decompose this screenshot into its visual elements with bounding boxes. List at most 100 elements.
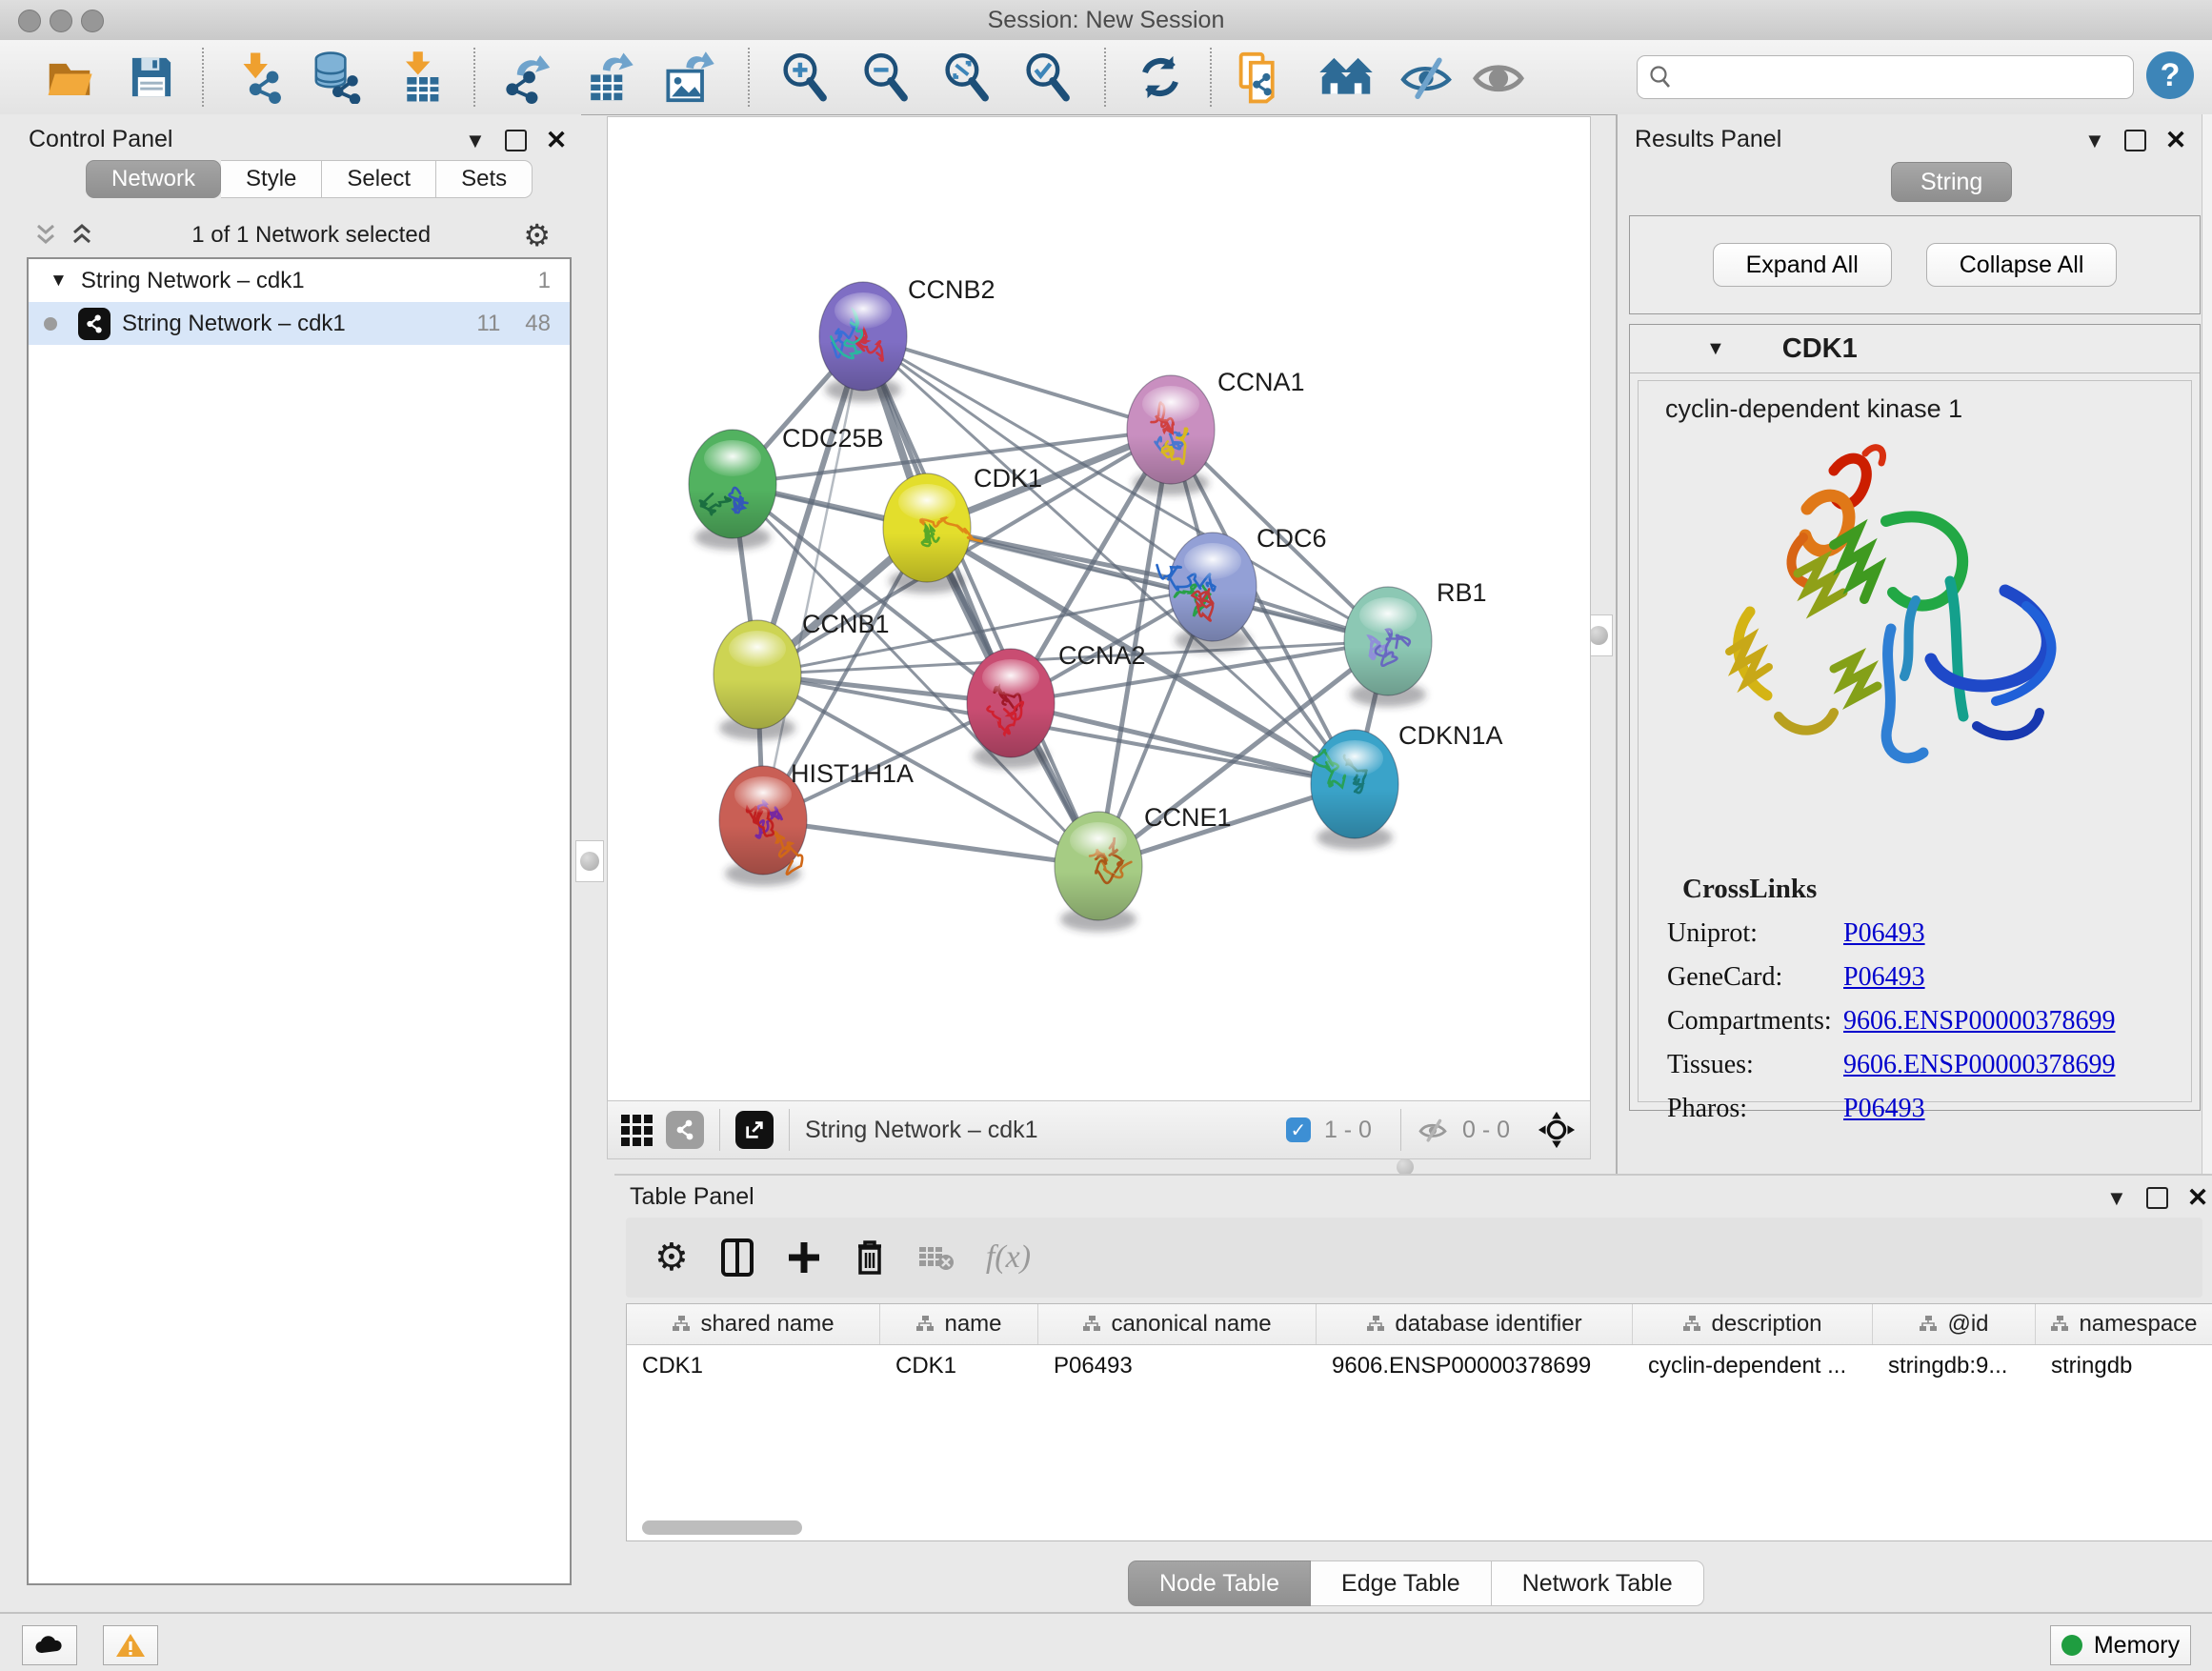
cell-database-identifier[interactable]: 9606.ENSP00000378699	[1317, 1345, 1633, 1387]
edge-CCNB2-CCNA1[interactable]	[863, 336, 1171, 430]
add-column-button[interactable]	[786, 1237, 822, 1278]
refresh-button[interactable]	[1132, 50, 1189, 105]
collapse-all-button[interactable]: Collapse All	[1926, 243, 2118, 287]
expand-all-icon[interactable]	[70, 223, 99, 248]
results-panel-float-icon[interactable]	[2124, 130, 2146, 151]
tab-network[interactable]: Network	[86, 160, 221, 198]
open-in-new-window-icon[interactable]	[735, 1111, 774, 1149]
table-panel-close-icon[interactable]: ✕	[2187, 1185, 2209, 1211]
collection-count: 1	[538, 268, 551, 294]
column-header-namespace[interactable]: namespace	[2036, 1304, 2212, 1344]
import-network-database-button[interactable]	[311, 50, 368, 105]
search-input[interactable]	[1674, 63, 2123, 91]
control-panel-float-icon[interactable]	[505, 130, 527, 151]
crosslink-value-link[interactable]: P06493	[1843, 1094, 1925, 1124]
toolbar-separator	[1104, 48, 1106, 107]
selected-checkbox-icon[interactable]: ✓	[1286, 1117, 1311, 1142]
table-horizontal-scrollbar[interactable]	[642, 1520, 802, 1535]
hide-unhide-button[interactable]	[1398, 50, 1455, 105]
node-CDK1[interactable]: CDK1	[883, 464, 1042, 594]
cell-namespace[interactable]: stringdb	[2036, 1345, 2212, 1387]
edge-HIST1H1A-CCNE1[interactable]	[763, 820, 1098, 866]
home-button[interactable]	[1317, 50, 1375, 105]
warning-status-button[interactable]	[103, 1625, 158, 1665]
table-settings-gear-icon[interactable]: ⚙	[654, 1236, 689, 1279]
cell-canonical-name[interactable]: P06493	[1038, 1345, 1317, 1387]
crosslink-value-link[interactable]: P06493	[1843, 918, 1925, 949]
zoom-in-button[interactable]	[776, 50, 834, 105]
zoom-fit-button[interactable]	[938, 50, 995, 105]
column-header-@id[interactable]: @id	[1873, 1304, 2036, 1344]
node-CDC6[interactable]: CDC6	[1157, 524, 1327, 653]
results-panel-close-icon[interactable]: ✕	[2165, 128, 2187, 153]
tab-string[interactable]: String	[1891, 162, 2012, 202]
network-collection-row[interactable]: ▼ String Network – cdk1 1	[29, 259, 570, 302]
node-CCNB1[interactable]: CCNB1	[714, 610, 890, 740]
column-header-shared-name[interactable]: shared name	[627, 1304, 880, 1344]
delete-table-button[interactable]	[917, 1241, 955, 1274]
tab-network-table[interactable]: Network Table	[1492, 1560, 1704, 1606]
export-network-button[interactable]	[498, 50, 555, 105]
hidden-eye-slash-icon[interactable]	[1417, 1116, 1449, 1144]
node-CCNA1[interactable]: CCNA1	[1127, 368, 1305, 495]
protein-expander-icon[interactable]: ▼	[1706, 338, 1725, 360]
cell-name[interactable]: CDK1	[880, 1345, 1038, 1387]
control-panel-close-icon[interactable]: ✕	[546, 128, 568, 153]
import-network-file-button[interactable]	[231, 50, 288, 105]
import-table-button[interactable]	[391, 50, 448, 105]
zoom-selected-button[interactable]	[1019, 50, 1076, 105]
zoom-out-button[interactable]	[857, 50, 915, 105]
string-view-icon[interactable]	[666, 1111, 704, 1149]
network-options-gear-icon[interactable]: ⚙	[523, 217, 551, 253]
column-header-name[interactable]: name	[880, 1304, 1038, 1344]
node-HIST1H1A[interactable]: HIST1H1A	[719, 759, 914, 886]
cell-@id[interactable]: stringdb:9...	[1873, 1345, 2036, 1387]
control-panel-minimize-icon[interactable]: ▼	[465, 131, 486, 151]
node-CDKN1A[interactable]: CDKN1A	[1311, 721, 1503, 850]
function-builder-button[interactable]: f(x)	[986, 1239, 1031, 1276]
column-header-description[interactable]: description	[1633, 1304, 1873, 1344]
tab-style[interactable]: Style	[221, 160, 322, 198]
network-graph[interactable]: CCNB2CCNA1CDC25BCDK1CDC6RB1CCNB1CCNA2CDK…	[608, 117, 1590, 1101]
show-columns-button[interactable]	[719, 1237, 755, 1278]
crosslink-value-link[interactable]: 9606.ENSP00000378699	[1843, 1006, 2115, 1037]
tab-select[interactable]: Select	[322, 160, 436, 198]
save-session-button[interactable]	[123, 50, 180, 105]
help-button[interactable]: ?	[2146, 51, 2194, 99]
network-row[interactable]: String Network – cdk1 11 48	[29, 302, 570, 345]
export-image-button[interactable]	[660, 50, 717, 105]
crosslink-value-link[interactable]: 9606.ENSP00000378699	[1843, 1050, 2115, 1080]
birds-eye-view-icon[interactable]	[621, 1115, 653, 1146]
clone-network-button[interactable]	[1232, 50, 1289, 105]
delete-column-button[interactable]	[853, 1237, 887, 1278]
memory-button[interactable]: Memory	[2050, 1625, 2191, 1665]
table-row[interactable]: CDK1CDK1P064939606.ENSP00000378699cyclin…	[627, 1345, 2212, 1387]
collapse-all-icon[interactable]	[34, 223, 63, 248]
cell-shared-name[interactable]: CDK1	[627, 1345, 880, 1387]
node-RB1[interactable]: RB1	[1344, 578, 1487, 707]
crosslink-value-link[interactable]: P06493	[1843, 962, 1925, 993]
column-header-database-identifier[interactable]: database identifier	[1317, 1304, 1633, 1344]
tab-sets[interactable]: Sets	[436, 160, 533, 198]
table-panel-minimize-icon[interactable]: ▼	[2106, 1188, 2127, 1209]
edge-CCNB2-HIST1H1A[interactable]	[763, 336, 863, 820]
left-splitter-handle[interactable]	[575, 840, 604, 882]
results-scrollbar[interactable]	[2202, 114, 2212, 1174]
column-header-canonical-name[interactable]: canonical name	[1038, 1304, 1317, 1344]
node-CCNB2[interactable]: CCNB2	[819, 275, 995, 402]
expand-all-button[interactable]: Expand All	[1713, 243, 1892, 287]
tab-edge-table[interactable]: Edge Table	[1311, 1560, 1492, 1606]
results-panel-minimize-icon[interactable]: ▼	[2084, 131, 2105, 151]
preview-eye-button[interactable]	[1470, 50, 1527, 105]
center-view-icon[interactable]	[1537, 1110, 1577, 1150]
node-CDC25B[interactable]: CDC25B	[689, 424, 884, 550]
node-CCNE1[interactable]: CCNE1	[1055, 803, 1232, 932]
collection-expander-icon[interactable]: ▼	[50, 271, 68, 292]
cell-description[interactable]: cyclin-dependent ...	[1633, 1345, 1873, 1387]
table-panel-float-icon[interactable]	[2146, 1187, 2168, 1209]
network-canvas[interactable]: CCNB2CCNA1CDC25BCDK1CDC6RB1CCNB1CCNA2CDK…	[607, 116, 1591, 1102]
export-table-button[interactable]	[579, 50, 636, 105]
cloud-status-button[interactable]	[22, 1625, 77, 1665]
tab-node-table[interactable]: Node Table	[1128, 1560, 1311, 1606]
open-session-button[interactable]	[41, 50, 98, 105]
